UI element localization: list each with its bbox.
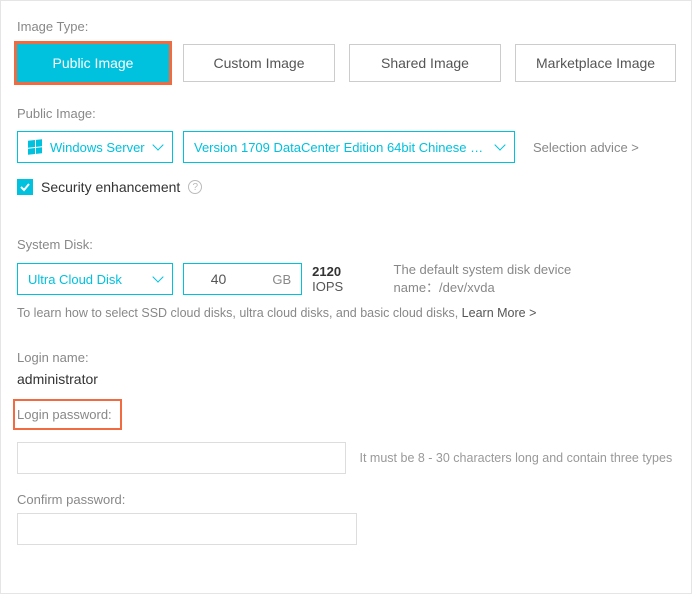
iops-value: 2120 xyxy=(312,264,341,279)
chevron-down-icon xyxy=(494,139,505,150)
device-name-hint: The default system disk device name：/dev… xyxy=(394,262,675,296)
tab-shared-image[interactable]: Shared Image xyxy=(349,44,501,82)
image-type-label: Image Type: xyxy=(17,19,675,34)
disk-size-field[interactable]: GB xyxy=(183,263,303,295)
os-dropdown-label: Windows Server xyxy=(50,140,145,155)
chevron-down-icon xyxy=(152,139,163,150)
image-type-tabs: Public Image Custom Image Shared Image M… xyxy=(17,44,675,82)
security-label: Security enhancement xyxy=(41,179,180,195)
confirm-password-input[interactable] xyxy=(17,513,357,545)
public-image-label: Public Image: xyxy=(17,106,675,121)
disk-size-unit: GB xyxy=(272,272,291,287)
windows-icon xyxy=(28,140,42,154)
help-icon[interactable]: ? xyxy=(188,180,202,194)
login-password-input[interactable] xyxy=(17,442,346,474)
tab-custom-image[interactable]: Custom Image xyxy=(183,44,335,82)
learn-more-text: To learn how to select SSD cloud disks, … xyxy=(17,306,462,320)
os-dropdown[interactable]: Windows Server xyxy=(17,131,173,163)
version-dropdown[interactable]: Version 1709 DataCenter Edition 64bit Ch… xyxy=(183,131,515,163)
login-password-hint: It must be 8 - 30 characters long and co… xyxy=(360,451,675,465)
learn-more-row: To learn how to select SSD cloud disks, … xyxy=(17,306,675,320)
login-password-row: It must be 8 - 30 characters long and co… xyxy=(17,442,675,474)
chevron-down-icon xyxy=(152,271,163,282)
disk-type-label: Ultra Cloud Disk xyxy=(28,272,122,287)
confirm-password-label: Confirm password: xyxy=(17,492,675,507)
selection-advice-link[interactable]: Selection advice > xyxy=(533,140,639,155)
security-checkbox[interactable] xyxy=(17,179,33,195)
iops-text: 2120 IOPS xyxy=(312,264,375,294)
iops-label: IOPS xyxy=(312,279,343,294)
tab-public-image[interactable]: Public Image xyxy=(17,44,169,82)
version-dropdown-label: Version 1709 DataCenter Edition 64bit Ch… xyxy=(194,140,483,155)
disk-type-dropdown[interactable]: Ultra Cloud Disk xyxy=(17,263,173,295)
confirm-password-row xyxy=(17,513,675,545)
disk-size-input[interactable] xyxy=(194,271,244,287)
public-image-row: Windows Server Version 1709 DataCenter E… xyxy=(17,131,675,163)
login-password-label: Login password: xyxy=(17,403,118,426)
check-icon xyxy=(19,181,31,193)
system-disk-label: System Disk: xyxy=(17,237,675,252)
learn-more-link[interactable]: Learn More > xyxy=(462,306,537,320)
login-name-value: administrator xyxy=(17,371,675,387)
security-row: Security enhancement ? xyxy=(17,179,675,195)
login-name-label: Login name: xyxy=(17,350,675,365)
system-disk-row: Ultra Cloud Disk GB 2120 IOPS The defaul… xyxy=(17,262,675,296)
tab-marketplace-image[interactable]: Marketplace Image xyxy=(515,44,676,82)
